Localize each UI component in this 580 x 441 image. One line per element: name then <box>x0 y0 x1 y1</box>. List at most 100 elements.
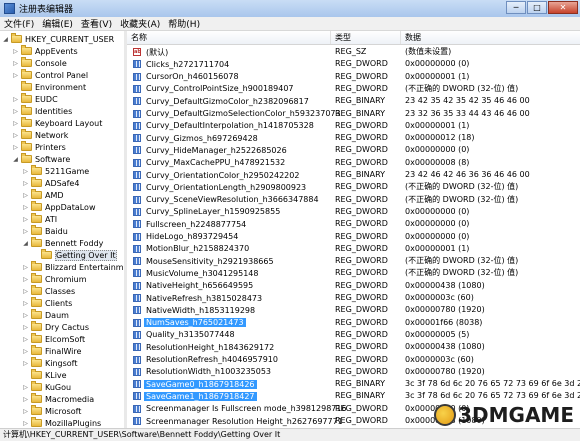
tree-node[interactable]: ▷ AppDataLow <box>22 201 95 213</box>
expand-arrow-icon[interactable]: ▷ <box>22 168 29 175</box>
expand-arrow-icon[interactable]: ▷ <box>22 300 29 307</box>
value-row[interactable]: Curvy_DefaultGizmoSelectionColor_h593237… <box>127 108 580 120</box>
tree-node[interactable]: ▷ Keyboard Layout <box>12 117 102 129</box>
value-row[interactable]: Fullscreen_h2248877754 REG_DWORD 0x0000000… <box>127 218 580 230</box>
expand-arrow-icon[interactable]: ▷ <box>12 120 19 127</box>
value-row[interactable]: Curvy_SceneViewResolution_h3666347884 REG… <box>127 194 580 206</box>
tree-node[interactable]: ▷ Clients <box>22 297 72 309</box>
expand-arrow-icon[interactable]: ▷ <box>22 384 29 391</box>
tree-node[interactable]: ▷ KuGou <box>22 381 71 393</box>
menu-edit[interactable]: 编辑(E) <box>38 17 77 30</box>
value-row[interactable]: Curvy_HideManager_h2522685026 REG_DWORD 0x… <box>127 144 580 156</box>
expand-arrow-icon[interactable]: ▷ <box>12 60 19 67</box>
expand-arrow-icon[interactable]: ▷ <box>22 276 29 283</box>
tree-node[interactable]: ▷ Network <box>12 129 68 141</box>
column-header-data[interactable]: 数据 <box>401 31 580 44</box>
value-row[interactable]: Curvy_ControlPointSize_h900189407 REG_DWO… <box>127 83 580 95</box>
expand-arrow-icon[interactable]: ▷ <box>22 420 29 427</box>
value-row[interactable]: Curvy_Gizmos_h697269428 REG_DWORD 0x000000… <box>127 132 580 144</box>
column-header-name[interactable]: 名称 <box>127 31 331 44</box>
close-button[interactable]: ✕ <box>548 1 578 14</box>
value-row[interactable]: Curvy_DefaultInterpolation_h1418705328 RE… <box>127 120 580 132</box>
expand-arrow-icon[interactable]: ▷ <box>22 216 29 223</box>
tree-node[interactable]: ▷ Baidu <box>22 225 68 237</box>
tree-node[interactable]: ▷ Chromium <box>22 273 87 285</box>
registry-tree[interactable]: ◢ HKEY_CURRENT_USER ▷ AppEvents ▷ Console ▷ Con… <box>0 31 125 428</box>
value-row[interactable]: NativeWidth_h1853119298 REG_DWORD 0x000007… <box>127 304 580 316</box>
expand-arrow-icon[interactable]: ▷ <box>22 288 29 295</box>
column-header-type[interactable]: 类型 <box>331 31 401 44</box>
expand-arrow-icon[interactable]: ▷ <box>22 204 29 211</box>
tree-node[interactable]: ▷ EUDC <box>12 93 58 105</box>
value-row[interactable]: Curvy_MaxCachePPU_h478921532 REG_DWORD 0x0… <box>127 157 580 169</box>
tree-node[interactable]: ▷ AppEvents <box>12 45 78 57</box>
tree-node[interactable]: ▷ MozillaPlugins <box>22 417 101 428</box>
expand-arrow-icon[interactable]: ▷ <box>22 264 29 271</box>
tree-node[interactable]: ◢ Bennett Foddy <box>22 237 103 249</box>
minimize-button[interactable]: ─ <box>506 1 526 14</box>
value-row[interactable]: ResolutionWidth_h1003235053 REG_DWORD 0x00… <box>127 366 580 378</box>
value-row[interactable]: HideLogo_h893729454 REG_DWORD 0x00000000 (… <box>127 231 580 243</box>
expand-arrow-icon[interactable]: ▷ <box>12 48 19 55</box>
value-row[interactable]: Curvy_OrientationColor_h2950242202 REG_BI… <box>127 169 580 181</box>
tree-node[interactable]: ▷ AMD <box>22 189 64 201</box>
expand-arrow-icon[interactable]: ▷ <box>22 408 29 415</box>
value-row[interactable]: Quality_h3135077448 REG_DWORD 0x00000005 (… <box>127 329 580 341</box>
expand-arrow-icon[interactable]: ▷ <box>22 336 29 343</box>
value-row[interactable]: MouseSensitivity_h2921938665 REG_DWORD (不正… <box>127 255 580 267</box>
menu-help[interactable]: 帮助(H) <box>164 17 204 30</box>
maximize-button[interactable]: □ <box>527 1 547 14</box>
expand-arrow-icon[interactable]: ▷ <box>22 360 29 367</box>
expand-arrow-icon[interactable]: ▷ <box>12 108 19 115</box>
tree-node[interactable]: ▷ Kingsoft <box>22 357 78 369</box>
value-row[interactable]: NativeRefresh_h3815028473 REG_DWORD 0x0000… <box>127 292 580 304</box>
value-row[interactable]: Curvy_OrientationLength_h2909800923 REG_D… <box>127 181 580 193</box>
expand-arrow-icon[interactable]: ▷ <box>22 228 29 235</box>
expand-arrow-icon[interactable]: ▷ <box>22 396 29 403</box>
tree-node[interactable]: ▷ ATI <box>22 213 57 225</box>
tree-node[interactable]: ▷ Daum <box>22 309 69 321</box>
tree-node[interactable]: ▷ FinalWire <box>22 345 81 357</box>
tree-node[interactable]: ◢ HKEY_CURRENT_USER <box>2 33 114 45</box>
collapse-arrow-icon[interactable]: ◢ <box>12 156 19 163</box>
value-row[interactable]: MotionBlur_h2158824370 REG_DWORD 0x0000000… <box>127 243 580 255</box>
tree-node[interactable]: ▷ Console <box>12 57 67 69</box>
value-row[interactable]: ResolutionRefresh_h4046957910 REG_DWORD 0x… <box>127 354 580 366</box>
collapse-arrow-icon[interactable]: ◢ <box>2 36 9 43</box>
value-row[interactable]: Clicks_h2721711704 REG_DWORD 0x00000000 (0… <box>127 58 580 70</box>
tree-node[interactable]: ▷ Dry Cactus <box>22 321 89 333</box>
value-row[interactable]: ab (默认) REG_SZ (数值未设置) <box>127 46 580 58</box>
tree-node[interactable]: ▷ 5211Game <box>22 165 89 177</box>
tree-node[interactable]: ▷ Control Panel <box>12 69 88 81</box>
value-row[interactable]: SaveGame0_h1867918426 REG_BINARY 3c 3f 78 … <box>127 378 580 390</box>
value-row[interactable]: ResolutionHeight_h1843629172 REG_DWORD 0x0… <box>127 341 580 353</box>
tree-node[interactable]: ▷ ADSafe4 <box>22 177 79 189</box>
value-row[interactable]: NativeHeight_h656649595 REG_DWORD 0x000004… <box>127 280 580 292</box>
expand-arrow-icon[interactable]: ▷ <box>12 96 19 103</box>
expand-arrow-icon[interactable]: ▷ <box>22 312 29 319</box>
expand-arrow-icon[interactable]: ▷ <box>12 72 19 79</box>
tree-node[interactable]: ◢ Software <box>12 153 70 165</box>
expand-arrow-icon[interactable]: ▷ <box>12 132 19 139</box>
tree-node[interactable]: ▷ Microsoft <box>22 405 81 417</box>
menu-file[interactable]: 文件(F) <box>0 17 38 30</box>
menu-favorites[interactable]: 收藏夹(A) <box>116 17 164 30</box>
value-row[interactable]: NumSaves_h765021473 REG_DWORD 0x00001f66 (… <box>127 317 580 329</box>
value-row[interactable]: Curvy_DefaultGizmoColor_h2382096817 REG_B… <box>127 95 580 107</box>
tree-node[interactable]: ▷ Classes <box>22 285 75 297</box>
menu-view[interactable]: 查看(V) <box>77 17 116 30</box>
value-row[interactable]: CursorOn_h460156078 REG_DWORD 0x00000001 (… <box>127 71 580 83</box>
expand-arrow-icon[interactable]: ▷ <box>22 348 29 355</box>
tree-node[interactable]: ▷ ElcomSoft <box>22 333 85 345</box>
expand-arrow-icon[interactable]: ▷ <box>22 324 29 331</box>
tree-node[interactable]: Getting Over It <box>32 249 117 261</box>
expand-arrow-icon[interactable]: ▷ <box>22 192 29 199</box>
tree-node[interactable]: ▷ Identities <box>12 105 72 117</box>
tree-node[interactable]: ▷ Macromedia <box>22 393 94 405</box>
value-row[interactable]: Curvy_SplineLayer_h1590925855 REG_DWORD 0x… <box>127 206 580 218</box>
expand-arrow-icon[interactable]: ▷ <box>12 144 19 151</box>
collapse-arrow-icon[interactable]: ◢ <box>22 240 29 247</box>
expand-arrow-icon[interactable]: ▷ <box>22 180 29 187</box>
tree-node[interactable]: ▷ Printers <box>12 141 66 153</box>
value-row[interactable]: SaveGame1_h1867918427 REG_BINARY 3c 3f 78 … <box>127 390 580 402</box>
